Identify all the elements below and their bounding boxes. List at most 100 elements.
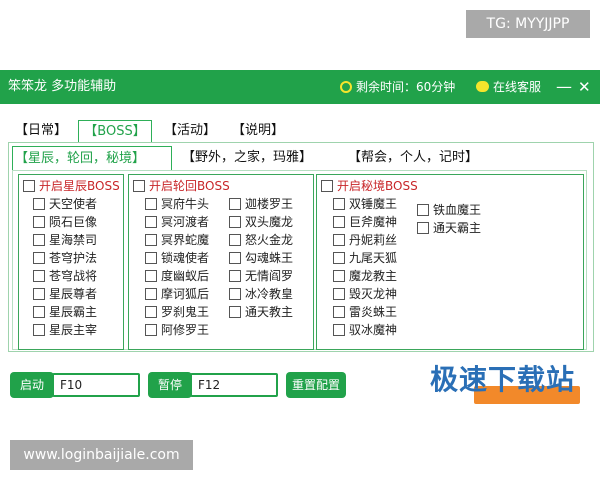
list-item[interactable]: 巨斧魔神 — [333, 213, 397, 231]
checkbox[interactable] — [33, 216, 45, 228]
list-item[interactable]: 冰冷教皇 — [229, 285, 293, 303]
item-label: 毁灭龙神 — [349, 287, 398, 301]
lunhui-list-right: 迦楼罗王 双头魔龙 怒火金龙 勾魂蛛王 无情阎罗 冰冷教皇 通天教主 — [229, 195, 293, 321]
checkbox[interactable] — [229, 216, 241, 228]
checkbox[interactable] — [145, 252, 157, 264]
checkbox[interactable] — [333, 288, 345, 300]
checkbox[interactable] — [33, 270, 45, 282]
checkbox[interactable] — [333, 234, 345, 246]
list-item[interactable]: 苍穹护法 — [33, 249, 97, 267]
checkbox[interactable] — [33, 288, 45, 300]
subtab-yewai-zhijia-maya[interactable]: 【野外，之家，玛雅】 — [182, 146, 342, 170]
minimize-button[interactable]: — — [556, 70, 572, 104]
list-item[interactable]: 星辰尊者 — [33, 285, 97, 303]
checkbox[interactable] — [145, 198, 157, 210]
list-item[interactable]: 星辰主宰 — [33, 321, 97, 339]
group-lunhui: 开启轮回BOSS 冥府牛头 冥河渡者 冥界蛇魔 锁魂使者 度幽蚁后 摩诃狐后 罗… — [128, 174, 314, 350]
checkbox[interactable] — [417, 222, 429, 234]
checkbox[interactable] — [145, 288, 157, 300]
checkbox[interactable] — [229, 198, 241, 210]
item-label: 双头魔龙 — [245, 215, 294, 229]
mijing-header[interactable]: 开启秘境BOSS — [321, 177, 418, 194]
item-label: 勾魂蛛王 — [245, 251, 294, 265]
checkbox[interactable] — [33, 198, 45, 210]
list-item[interactable]: 苍穹战将 — [33, 267, 97, 285]
window-title: 笨笨龙 多功能辅助 — [8, 79, 117, 94]
close-button[interactable]: ✕ — [578, 70, 591, 104]
checkbox[interactable] — [229, 252, 241, 264]
checkbox[interactable] — [333, 324, 345, 336]
list-item[interactable]: 天空使者 — [33, 195, 97, 213]
item-label: 丹妮莉丝 — [349, 233, 398, 247]
checkbox[interactable] — [333, 306, 345, 318]
list-item[interactable]: 阿修罗王 — [145, 321, 209, 339]
item-label: 冥界蛇魔 — [161, 233, 210, 247]
list-item[interactable]: 陨石巨像 — [33, 213, 97, 231]
checkbox[interactable] — [229, 306, 241, 318]
list-item[interactable]: 锁魂使者 — [145, 249, 209, 267]
mijing-list-left: 双锤魔王 巨斧魔神 丹妮莉丝 九尾天狐 魔龙教主 毁灭龙神 雷炎蛛王 驭冰魔神 — [333, 195, 397, 339]
list-item[interactable]: 冥府牛头 — [145, 195, 209, 213]
list-item[interactable]: 九尾天狐 — [333, 249, 397, 267]
checkbox[interactable] — [417, 204, 429, 216]
checkbox[interactable] — [333, 216, 345, 228]
tab-events[interactable]: 【活动】 — [160, 120, 220, 142]
list-item[interactable]: 铁血魔王 — [417, 201, 481, 219]
checkbox[interactable] — [229, 288, 241, 300]
list-item[interactable]: 丹妮莉丝 — [333, 231, 397, 249]
list-item[interactable]: 通天教主 — [229, 303, 293, 321]
list-item[interactable]: 魔龙教主 — [333, 267, 397, 285]
checkbox[interactable] — [145, 306, 157, 318]
lunhui-header[interactable]: 开启轮回BOSS — [133, 177, 230, 194]
checkbox[interactable] — [33, 234, 45, 246]
list-item[interactable]: 毁灭龙神 — [333, 285, 397, 303]
xingchen-master-checkbox[interactable] — [23, 180, 35, 192]
reset-config-button[interactable]: 重置配置 — [286, 372, 346, 398]
list-item[interactable]: 双锤魔王 — [333, 195, 397, 213]
checkbox[interactable] — [33, 306, 45, 318]
list-item[interactable]: 摩诃狐后 — [145, 285, 209, 303]
checkbox[interactable] — [229, 270, 241, 282]
online-service-link[interactable]: 在线客服 — [476, 70, 541, 104]
checkbox[interactable] — [145, 270, 157, 282]
list-item[interactable]: 迦楼罗王 — [229, 195, 293, 213]
tab-daily[interactable]: 【日常】 — [12, 120, 70, 142]
list-item[interactable]: 无情阎罗 — [229, 267, 293, 285]
list-item[interactable]: 星辰霸主 — [33, 303, 97, 321]
list-item[interactable]: 双头魔龙 — [229, 213, 293, 231]
tab-help[interactable]: 【说明】 — [228, 120, 288, 142]
mijing-master-checkbox[interactable] — [321, 180, 333, 192]
checkbox[interactable] — [229, 234, 241, 246]
checkbox[interactable] — [333, 252, 345, 264]
checkbox[interactable] — [145, 324, 157, 336]
item-label: 雷炎蛛王 — [349, 305, 398, 319]
tab-boss[interactable]: 【BOSS】 — [78, 120, 152, 142]
checkbox[interactable] — [145, 216, 157, 228]
lunhui-master-checkbox[interactable] — [133, 180, 145, 192]
list-item[interactable]: 度幽蚁后 — [145, 267, 209, 285]
list-item[interactable]: 雷炎蛛王 — [333, 303, 397, 321]
subtab-xingchen-lunhui-mijing[interactable]: 【星辰，轮回，秘境】 — [12, 146, 172, 170]
item-label: 苍穹护法 — [49, 251, 98, 265]
checkbox[interactable] — [145, 234, 157, 246]
start-hotkey-input[interactable]: F10 — [52, 373, 140, 397]
checkbox[interactable] — [333, 198, 345, 210]
list-item[interactable]: 冥界蛇魔 — [145, 231, 209, 249]
checkbox[interactable] — [33, 324, 45, 336]
list-item[interactable]: 罗刹鬼王 — [145, 303, 209, 321]
xingchen-header[interactable]: 开启星辰BOSS — [23, 177, 120, 194]
item-label: 天空使者 — [49, 197, 98, 211]
list-item[interactable]: 通天霸主 — [417, 219, 481, 237]
pause-hotkey-input[interactable]: F12 — [190, 373, 278, 397]
list-item[interactable]: 星海禁司 — [33, 231, 97, 249]
checkbox[interactable] — [333, 270, 345, 282]
item-label: 度幽蚁后 — [161, 269, 210, 283]
list-item[interactable]: 怒火金龙 — [229, 231, 293, 249]
item-label: 冥河渡者 — [161, 215, 210, 229]
checkbox[interactable] — [33, 252, 45, 264]
item-label: 星辰尊者 — [49, 287, 98, 301]
list-item[interactable]: 勾魂蛛王 — [229, 249, 293, 267]
list-item[interactable]: 冥河渡者 — [145, 213, 209, 231]
subtab-banghui-geren-jishi[interactable]: 【帮会，个人，记时】 — [348, 146, 508, 170]
list-item[interactable]: 驭冰魔神 — [333, 321, 397, 339]
